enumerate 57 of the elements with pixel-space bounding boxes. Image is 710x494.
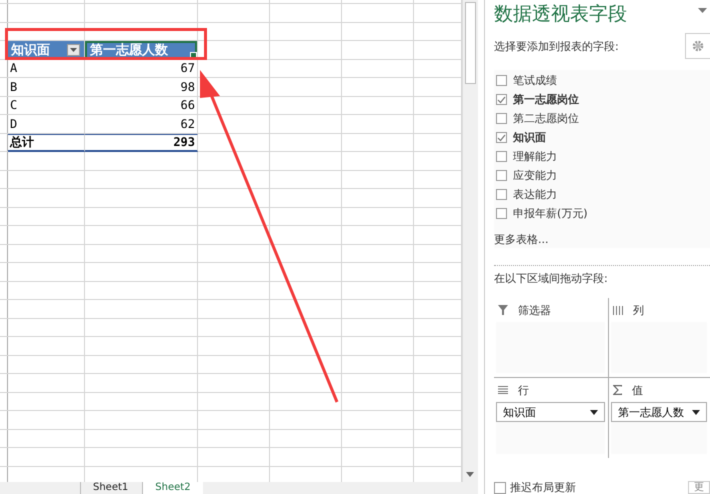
field-checkbox[interactable] (496, 113, 507, 124)
defer-update-label[interactable]: 推迟布局更新 (510, 482, 576, 494)
sheet-tab[interactable]: Sheet2 (142, 482, 203, 494)
field-label[interactable]: 知识面 (513, 130, 546, 145)
filter-dropdown-button[interactable] (67, 44, 80, 56)
defer-update-checkbox[interactable] (494, 482, 506, 494)
row-label-cell-text: D (9, 116, 18, 131)
vertical-scrollbar[interactable] (462, 0, 478, 482)
more-tables-link[interactable]: 更多表格... (494, 232, 548, 247)
caret-icon (692, 410, 700, 414)
field-checkbox[interactable] (496, 151, 507, 162)
gear-icon (692, 40, 704, 52)
field-checkbox[interactable] (496, 94, 507, 105)
row-label-cell-text: C (9, 98, 18, 112)
value-cell-text: 66 (180, 98, 196, 112)
row-label-cell-text: B (9, 80, 18, 94)
caret-icon (590, 410, 598, 414)
field-label[interactable]: 笔试成绩 (513, 73, 557, 88)
field-list-caption: 选择要添加到报表的字段: (494, 38, 619, 54)
field-checkbox[interactable] (496, 208, 507, 219)
field-label[interactable]: 应变能力 (513, 168, 557, 183)
field-checkbox[interactable] (496, 189, 507, 200)
settings-button[interactable] (685, 33, 710, 59)
filter-icon (498, 305, 508, 315)
scroll-down-arrow-icon[interactable] (466, 472, 474, 477)
area-field-dropdown[interactable]: 第一志愿人数 (611, 402, 707, 422)
value-cell-text: 67 (180, 61, 196, 76)
field-label[interactable]: 第一志愿岗位 (513, 92, 579, 107)
area-label: 值 (632, 382, 643, 398)
panel-title: 数据透视表字段 (494, 2, 627, 27)
total-label-cell-text: 总计 (8, 134, 35, 151)
field-label[interactable]: 第二志愿岗位 (513, 111, 579, 126)
caret-icon (70, 48, 77, 52)
row-label-cell-text: A (9, 61, 18, 76)
field-checkbox[interactable] (496, 132, 507, 143)
area-field-dropdown[interactable]: 知识面 (496, 402, 605, 422)
area-label: 列 (633, 302, 644, 318)
area-label: 筛选器 (518, 302, 551, 318)
sheet-tab[interactable]: Sheet1 (80, 482, 140, 494)
field-label[interactable]: 理解能力 (513, 149, 557, 164)
area-label: 行 (518, 382, 529, 398)
update-button[interactable]: 更 (688, 481, 710, 494)
field-label[interactable]: 申报年薪(万元) (513, 206, 588, 221)
total-value-cell-text: 293 (172, 135, 196, 150)
sum-icon (613, 385, 622, 395)
field-label[interactable]: 表达能力 (513, 187, 557, 202)
rows-icon (498, 386, 508, 394)
scrollbar-thumb[interactable] (465, 2, 476, 84)
field-checkbox[interactable] (496, 75, 507, 86)
value-cell-text: 62 (180, 116, 196, 131)
caret-icon[interactable] (698, 8, 707, 13)
drop-zone[interactable]: 第一志愿人数 (611, 402, 707, 454)
field-checkbox[interactable] (496, 170, 507, 181)
value-cell-text: 98 (180, 80, 196, 94)
areas-caption: 在以下区域间拖动字段: (494, 271, 609, 286)
columns-icon (613, 306, 623, 314)
drop-zone[interactable]: 知识面 (496, 402, 605, 454)
